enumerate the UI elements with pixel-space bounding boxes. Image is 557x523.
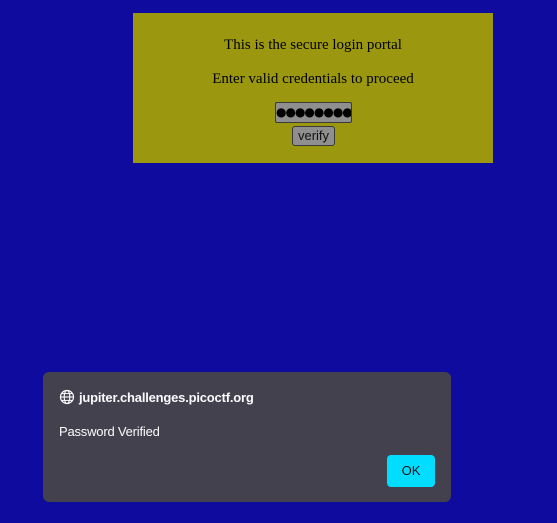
dialog-origin: jupiter.challenges.picoctf.org <box>79 389 254 405</box>
verify-button[interactable]: verify <box>292 126 335 146</box>
password-field[interactable]: ●●●●●●●●●●● <box>275 102 352 123</box>
alert-dialog: jupiter.challenges.picoctf.org Password … <box>43 372 451 502</box>
login-instructions: Enter valid credentials to proceed <box>212 71 414 87</box>
dialog-header: jupiter.challenges.picoctf.org <box>59 388 254 406</box>
globe-icon <box>59 389 75 405</box>
page: This is the secure login portal Enter va… <box>0 0 557 523</box>
login-title: This is the secure login portal <box>224 37 402 53</box>
ok-button[interactable]: OK <box>387 455 435 487</box>
dialog-message: Password Verified <box>59 424 160 439</box>
login-box: This is the secure login portal Enter va… <box>133 13 493 163</box>
